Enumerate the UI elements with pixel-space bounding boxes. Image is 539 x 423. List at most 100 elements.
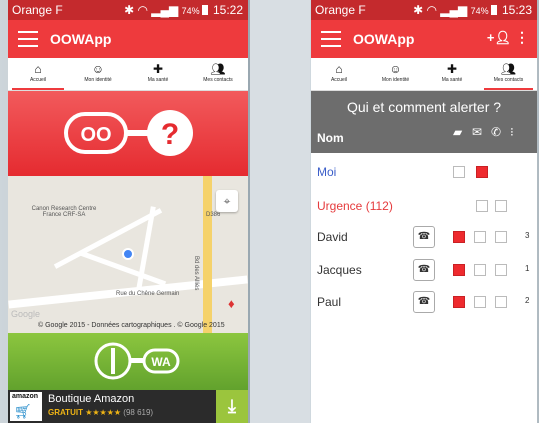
wifi-icon: ◠ <box>137 3 148 17</box>
group-icon: 👥︎ <box>500 62 517 76</box>
ad-brand: amazon <box>12 393 39 400</box>
contact-row-moi[interactable]: Moi <box>311 159 537 185</box>
alert-checkbox[interactable] <box>476 200 488 212</box>
alert-checkbox[interactable] <box>474 296 486 308</box>
alert-checkbox[interactable] <box>453 264 465 276</box>
contact-row-paul[interactable]: Paul ☎ 2 <box>311 289 537 315</box>
tab-bar: ⌂ Accueil ☺ Mon identité ✚ Ma santé 👥︎ M… <box>311 58 537 91</box>
map-road-number: D386 <box>206 212 221 218</box>
clock: 15:22 <box>212 3 243 17</box>
tab-ma-sante[interactable]: ✚ Ma santé <box>128 58 188 90</box>
wa-banner[interactable]: WA <box>8 333 248 390</box>
wa-logo: WA <box>94 342 180 380</box>
contact-name: Urgence (112) <box>317 199 393 213</box>
ad-title: Boutique Amazon <box>48 393 135 405</box>
alert-help-banner[interactable]: OO ? <box>8 91 248 176</box>
tab-label: Mon identité <box>84 77 112 83</box>
battery-icon <box>201 5 208 15</box>
medical-cross-icon: ✚ <box>152 62 164 76</box>
tab-label: Ma santé <box>147 77 169 83</box>
bluetooth-icon: ✱ <box>124 3 135 17</box>
face-icon: ☺ <box>389 62 402 76</box>
status-right: ✱ ◠ ▂▄▆ 74% 15:23 <box>413 3 532 17</box>
alert-checkbox[interactable] <box>474 231 486 243</box>
contact-order-number: 2 <box>525 296 530 305</box>
phone-contact-button[interactable]: ☎ <box>413 226 435 248</box>
tab-label: Ma santé <box>441 77 463 83</box>
hamburger-menu-icon[interactable] <box>18 31 38 47</box>
contact-row-david[interactable]: David ☎ 3 <box>311 224 537 250</box>
contact-name: Moi <box>317 165 337 179</box>
map-view[interactable]: Canon Research Centre France CRF-SA D386… <box>8 176 248 333</box>
more-options-icon[interactable]: ⋮ <box>515 29 529 46</box>
shopping-cart-icon: 🛒︎ <box>14 403 32 419</box>
signal-icon: ▂▄▆ <box>151 3 179 17</box>
contact-name: Jacques <box>317 263 362 277</box>
contact-name: David <box>317 230 348 244</box>
map-place-label: Canon Research Centre France CRF-SA <box>31 206 97 218</box>
contact-row-jacques[interactable]: Jacques ☎ 1 <box>311 257 537 283</box>
tab-mon-identite[interactable]: ☺ Mon identité <box>367 58 424 90</box>
map-copyright: © Google 2015 - Données cartographiques … <box>38 322 225 329</box>
email-icon: ✉ <box>472 125 483 139</box>
clock: 15:23 <box>501 3 532 17</box>
add-person-icon[interactable]: +👤︎ <box>487 30 511 46</box>
contacts-heading: Qui et comment alerter ? <box>346 99 502 115</box>
map-road <box>203 176 212 333</box>
alert-checkbox[interactable] <box>495 231 507 243</box>
tab-mon-identite[interactable]: ☺ Mon identité <box>68 58 128 90</box>
ad-review-count: (98 619) <box>123 408 154 417</box>
google-logo: Google <box>11 309 41 319</box>
status-right: ✱ ◠ ▂▄▆ 74% 15:22 <box>124 3 243 17</box>
question-mark-icon: ? <box>161 118 179 151</box>
map-pin-icon: ♦ <box>228 296 235 311</box>
background-middle <box>250 0 310 423</box>
phone-home-screen: Orange F ✱ ◠ ▂▄▆ 74% 15:22 OOWApp ⌂ Accu… <box>8 0 248 423</box>
home-icon: ⌂ <box>34 62 42 76</box>
ad-subtitle: GRATUIT ★★★★★ (98 619) <box>48 408 153 417</box>
tab-label: Accueil <box>330 77 348 83</box>
sms-icon: ▰ <box>453 125 463 139</box>
tab-accueil[interactable]: ⌂ Accueil <box>311 58 367 90</box>
contact-order-number: 1 <box>525 264 530 273</box>
ad-price: GRATUIT <box>48 408 83 417</box>
bluetooth-icon: ✱ <box>413 3 424 17</box>
tab-mes-contacts[interactable]: 👥︎ Mes contacts <box>188 58 248 90</box>
tab-ma-sante[interactable]: ✚ Ma santé <box>424 58 480 90</box>
alert-checkbox[interactable] <box>476 166 488 178</box>
app-bar: OOWApp <box>8 20 248 58</box>
hamburger-menu-icon[interactable] <box>321 31 341 47</box>
battery-icon <box>490 5 497 15</box>
status-bar: Orange F ✱ ◠ ▂▄▆ 74% 15:23 <box>311 0 537 20</box>
tab-mes-contacts[interactable]: 👥︎ Mes contacts <box>480 58 537 90</box>
alert-checkbox[interactable] <box>474 264 486 276</box>
contact-row-urgence[interactable]: Urgence (112) <box>311 193 537 219</box>
medical-cross-icon: ✚ <box>446 62 458 76</box>
home-icon: ⌂ <box>335 62 343 76</box>
amazon-logo: amazon 🛒︎ <box>10 392 42 421</box>
wa-logo-text: WA <box>151 355 171 369</box>
alert-checkbox[interactable] <box>495 200 507 212</box>
alert-checkbox[interactable] <box>453 166 465 178</box>
carrier-name: Orange F <box>12 3 63 17</box>
ad-rating-stars: ★★★★★ <box>85 408 122 417</box>
phone-contact-button[interactable]: ☎ <box>413 291 435 313</box>
alert-checkbox[interactable] <box>495 296 507 308</box>
download-icon[interactable]: ⤓ <box>216 390 248 423</box>
alert-checkbox[interactable] <box>453 296 465 308</box>
phone-contact-button[interactable]: ☎ <box>413 259 435 281</box>
alert-checkbox[interactable] <box>495 264 507 276</box>
signal-icon: ▂▄▆ <box>440 3 468 17</box>
my-location-button[interactable]: ⌖ <box>216 190 238 212</box>
status-bar: Orange F ✱ ◠ ▂▄▆ 74% 15:22 <box>8 0 248 20</box>
tab-accueil[interactable]: ⌂ Accueil <box>8 58 68 90</box>
tab-label: Mes contacts <box>203 77 233 83</box>
face-icon: ☺ <box>91 62 105 76</box>
alert-checkbox[interactable] <box>453 231 465 243</box>
current-location-dot <box>122 248 134 260</box>
name-column-header: Nom <box>317 131 344 145</box>
contact-name: Paul <box>317 295 342 309</box>
traffic-light-icon: ⁝ <box>510 125 514 139</box>
ad-banner[interactable]: amazon 🛒︎ Boutique Amazon GRATUIT ★★★★★ … <box>8 390 248 423</box>
oow-help-logo: OO ? <box>64 110 193 156</box>
